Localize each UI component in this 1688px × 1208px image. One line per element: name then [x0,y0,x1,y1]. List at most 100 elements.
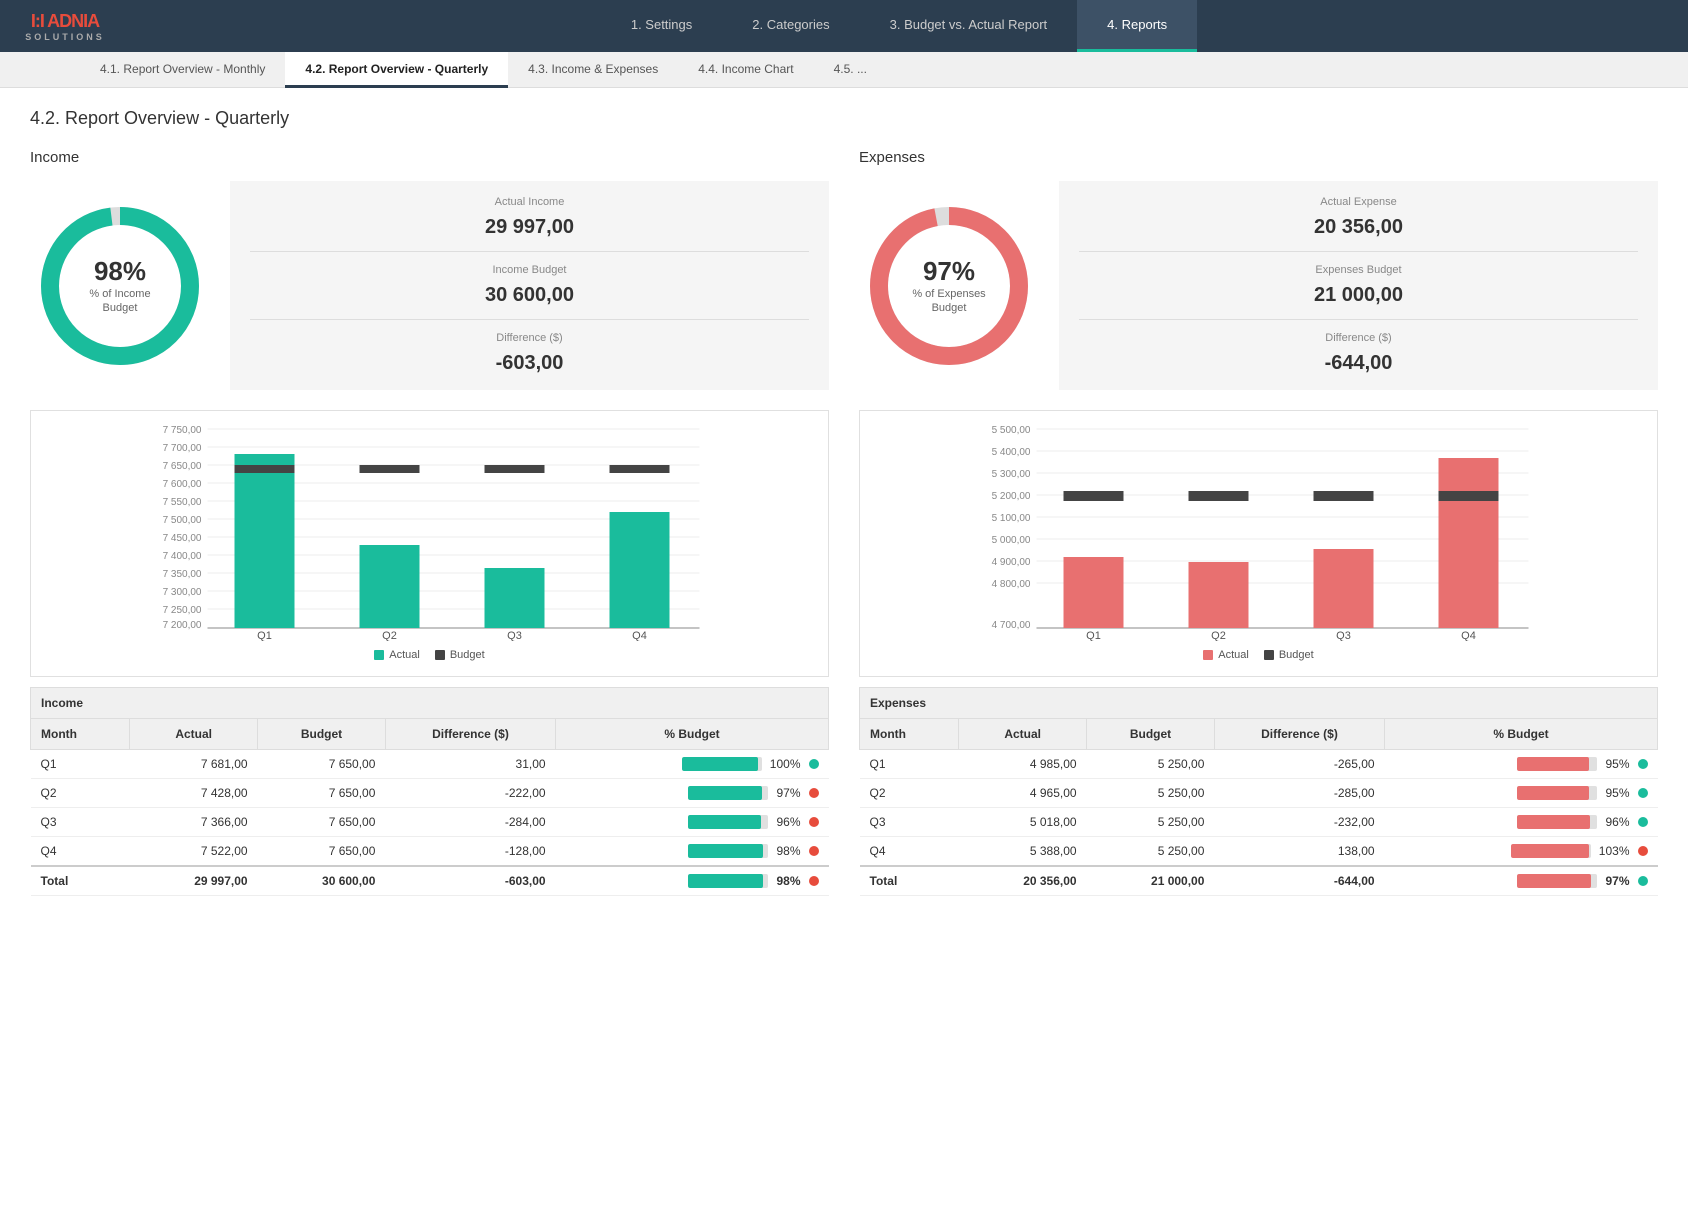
svg-text:Q3: Q3 [1336,630,1351,641]
logo-sub: SOLUTIONS [25,32,105,42]
sub-tab-income-expenses[interactable]: 4.3. Income & Expenses [508,52,678,88]
progress-bar-fill [1511,844,1589,858]
income-col-pct: % Budget [556,719,829,750]
table-row: Q4 7 522,00 7 650,00 -128,00 98% [31,837,829,867]
income-budget-label: Income Budget [250,264,809,276]
row-actual: 5 018,00 [959,808,1087,837]
svg-text:5 000,00: 5 000,00 [992,535,1031,546]
income-col-diff: Difference ($) [385,719,555,750]
top-navigation: I:I ADNIA SOLUTIONS 1. Settings 2. Categ… [0,0,1688,52]
table-row: Q4 5 388,00 5 250,00 138,00 103% [860,837,1658,867]
nav-tab-settings[interactable]: 1. Settings [601,0,722,52]
income-bar-q3-actual [485,568,545,628]
expenses-stats-box: Actual Expense 20 356,00 Expenses Budget… [1059,181,1658,390]
total-month: Total [860,866,959,896]
income-col-budget: Budget [258,719,386,750]
row-diff: 138,00 [1214,837,1384,867]
progress-bar-bg [1517,786,1597,800]
total-diff: -603,00 [385,866,555,896]
progress-bar-fill [688,874,763,888]
row-pct: 95% [1385,779,1658,808]
expenses-section-title: Expenses [859,149,1658,166]
row-month: Q1 [860,750,959,779]
expenses-legend-actual-label: Actual [1218,649,1249,661]
sub-tab-report-monthly[interactable]: 4.1. Report Overview - Monthly [80,52,285,88]
sub-tab-45[interactable]: 4.5. ... [814,52,887,88]
expenses-donut-chart: 97% % of ExpensesBudget [859,196,1039,376]
income-section-title: Income [30,149,829,166]
progress-bar-fill [1517,874,1591,888]
total-diff: -644,00 [1214,866,1384,896]
row-diff: -232,00 [1214,808,1384,837]
sub-navigation: 4.1. Report Overview - Monthly 4.2. Repo… [0,52,1688,88]
total-actual: 29 997,00 [130,866,258,896]
svg-text:Q1: Q1 [1086,630,1101,641]
income-actual-value: 29 997,00 [250,216,809,239]
income-actual-label: Actual Income [250,196,809,208]
svg-text:7 600,00: 7 600,00 [163,479,202,490]
svg-text:7 650,00: 7 650,00 [163,461,202,472]
total-pct: 97% [1385,866,1658,896]
svg-text:5 300,00: 5 300,00 [992,469,1031,480]
nav-tab-reports[interactable]: 4. Reports [1077,0,1197,52]
dot-indicator [1638,846,1648,856]
svg-text:4 800,00: 4 800,00 [992,579,1031,590]
row-budget: 5 250,00 [1087,837,1215,867]
expenses-actual-label: Actual Expense [1079,196,1638,208]
expenses-budget-value: 21 000,00 [1079,284,1638,307]
svg-text:7 250,00: 7 250,00 [163,605,202,616]
dot-indicator [1638,876,1648,886]
income-donut-stats: 98% % of IncomeBudget Actual Income 29 9… [30,181,829,390]
total-pct: 98% [556,866,829,896]
income-col-actual: Actual [130,719,258,750]
svg-text:Q1: Q1 [257,630,272,641]
income-donut-chart: 98% % of IncomeBudget [30,196,210,376]
expenses-donut-stats: 97% % of ExpensesBudget Actual Expense 2… [859,181,1658,390]
income-bar-q2-actual [360,545,420,628]
row-budget: 7 650,00 [258,837,386,867]
income-diff-label: Difference ($) [250,332,809,344]
svg-text:Q3: Q3 [507,630,522,641]
income-bar-q3-budget [485,465,545,473]
nav-tab-budget-actual[interactable]: 3. Budget vs. Actual Report [860,0,1078,52]
table-row: Q1 7 681,00 7 650,00 31,00 100% [31,750,829,779]
dot-indicator [809,788,819,798]
expenses-col-month: Month [860,719,959,750]
page-content: 4.2. Report Overview - Quarterly Income … [0,88,1688,916]
progress-bar-fill [682,757,758,771]
row-diff: -284,00 [385,808,555,837]
table-row: Q2 7 428,00 7 650,00 -222,00 97% [31,779,829,808]
progress-bar-fill [688,844,763,858]
row-month: Q3 [860,808,959,837]
dot-indicator [1638,788,1648,798]
row-budget: 7 650,00 [258,779,386,808]
dot-indicator [809,846,819,856]
nav-tab-categories[interactable]: 2. Categories [722,0,859,52]
expenses-budget-label: Expenses Budget [1079,264,1638,276]
row-budget: 7 650,00 [258,808,386,837]
progress-bar-bg [688,874,768,888]
sub-tab-income-chart[interactable]: 4.4. Income Chart [678,52,813,88]
svg-text:5 400,00: 5 400,00 [992,447,1031,458]
income-legend-budget-dot [435,650,445,660]
progress-bar-bg [1517,815,1597,829]
exp-bar-q4-budget [1439,491,1499,501]
progress-bar-bg [682,757,762,771]
total-month: Total [31,866,130,896]
sub-tab-report-quarterly[interactable]: 4.2. Report Overview - Quarterly [285,52,508,88]
logo: I:I ADNIA SOLUTIONS [10,11,120,42]
row-actual: 7 681,00 [130,750,258,779]
income-chart-legend: Actual Budget [46,649,813,661]
row-pct: 97% [556,779,829,808]
pct-label: 96% [776,815,800,829]
row-diff: -222,00 [385,779,555,808]
total-budget: 30 600,00 [258,866,386,896]
svg-text:7 550,00: 7 550,00 [163,497,202,508]
expenses-diff-value: -644,00 [1079,352,1638,375]
total-budget: 21 000,00 [1087,866,1215,896]
expenses-legend-budget-label: Budget [1279,649,1314,661]
row-budget: 5 250,00 [1087,750,1215,779]
row-actual: 4 985,00 [959,750,1087,779]
expenses-col-actual: Actual [959,719,1087,750]
row-actual: 5 388,00 [959,837,1087,867]
